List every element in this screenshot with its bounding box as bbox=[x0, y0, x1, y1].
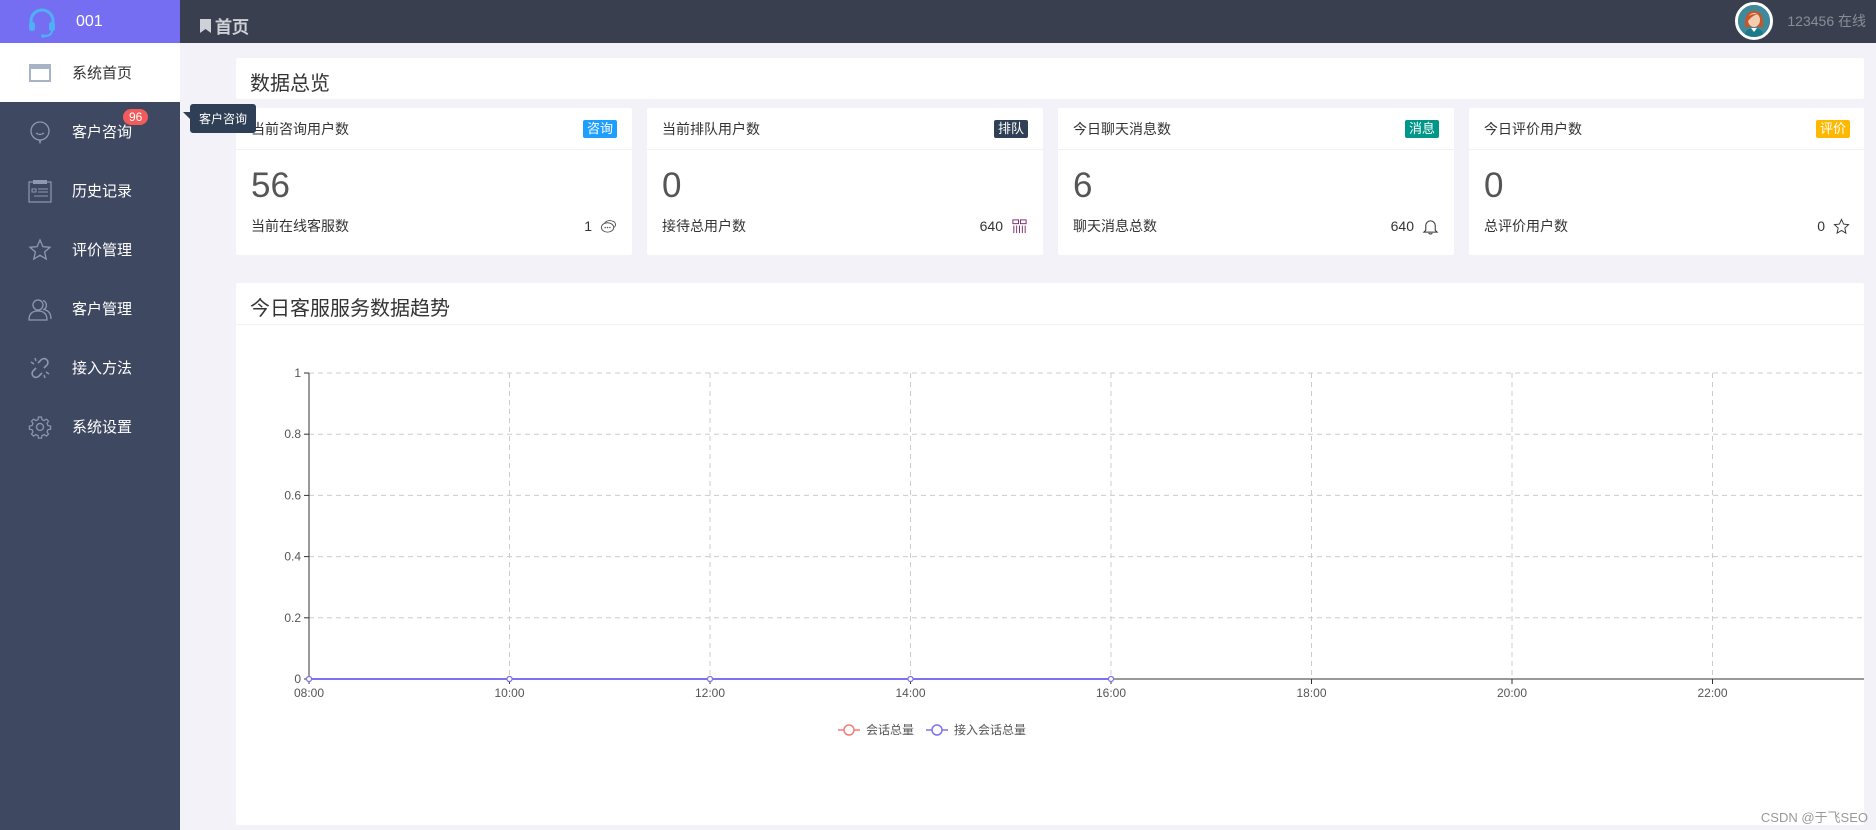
x-tick-label: 20:00 bbox=[1497, 686, 1527, 700]
watermark: CSDN @于飞SEO bbox=[1760, 810, 1868, 825]
sidebar-item-customers[interactable]: 客户管理 bbox=[0, 279, 180, 338]
data-point bbox=[506, 675, 513, 683]
sidebar-item-settings[interactable]: 系统设置 bbox=[0, 397, 180, 456]
card-tag: 排队 bbox=[993, 119, 1028, 138]
calendar-list-icon bbox=[28, 179, 52, 203]
breadcrumb[interactable]: 首页 bbox=[200, 13, 249, 38]
legend-label: 接入会话总量 bbox=[954, 722, 1026, 737]
sidebar-item-history[interactable]: 历史记录 bbox=[0, 161, 180, 220]
sidebar-tooltip: 客户咨询 bbox=[182, 104, 257, 133]
card-foot-value: 1 bbox=[584, 218, 592, 234]
brand[interactable]: 001 bbox=[0, 0, 180, 43]
bell-icon bbox=[1422, 219, 1439, 235]
card-foot-label: 当前在线客服数 bbox=[251, 218, 349, 234]
x-tick-label: 10:00 bbox=[494, 686, 524, 700]
user-menu[interactable]: 123456 在线 bbox=[1735, 2, 1866, 40]
trend-chart-panel: 今日客服服务数据趋势 0 0.2 0.4 0.6 0.8 1 08:00 10:00 12:00… bbox=[236, 283, 1864, 825]
card-foot-label: 聊天消息总数 bbox=[1073, 218, 1157, 234]
scrollbar-track[interactable] bbox=[1864, 43, 1876, 830]
sidebar-item-label: 历史记录 bbox=[72, 183, 133, 200]
avatar[interactable] bbox=[1735, 2, 1774, 40]
star-icon bbox=[28, 237, 52, 262]
card-title: 当前排队用户数 bbox=[662, 120, 760, 137]
overview-title: 数据总览 bbox=[236, 58, 1864, 99]
stat-card-consulting: 当前咨询用户数 咨询 56 当前在线客服数 1 bbox=[236, 108, 632, 255]
sidebar-item-ratings[interactable]: 评价管理 bbox=[0, 220, 180, 279]
headset-icon bbox=[29, 8, 55, 38]
card-foot-value: 640 bbox=[979, 218, 1003, 234]
x-tick-label: 18:00 bbox=[1296, 686, 1326, 700]
user-status: 123456 在线 bbox=[1787, 13, 1866, 29]
x-tick-label: 22:00 bbox=[1697, 686, 1727, 700]
breadcrumb-label: 首页 bbox=[215, 18, 249, 37]
sidebar-item-label: 接入方法 bbox=[72, 360, 133, 377]
x-tick-label: 12:00 bbox=[695, 686, 725, 700]
chat-icon bbox=[600, 219, 617, 233]
x-tick-label: 16:00 bbox=[1096, 686, 1126, 700]
brand-label: 001 bbox=[76, 12, 103, 30]
gear-icon bbox=[28, 415, 52, 439]
data-point bbox=[706, 675, 714, 683]
y-tick-label: 0.6 bbox=[284, 488, 301, 502]
y-tick-label: 0.4 bbox=[284, 550, 301, 564]
data-point bbox=[1107, 675, 1115, 683]
sidebar-item-label: 系统首页 bbox=[72, 65, 133, 82]
card-value: 56 bbox=[251, 166, 290, 205]
card-tag: 消息 bbox=[1404, 119, 1439, 138]
card-foot-label: 接待总用户数 bbox=[662, 218, 746, 234]
queue-icon bbox=[1012, 218, 1027, 233]
stat-card-messages: 今日聊天消息数 消息 6 聊天消息总数 640 bbox=[1058, 108, 1454, 255]
card-title: 当前咨询用户数 bbox=[251, 120, 349, 137]
trend-chart: 0 0.2 0.4 0.6 0.8 1 08:00 10:00 12:00 14:00 16:00 1… bbox=[284, 366, 1864, 737]
stat-card-ratings: 今日评价用户数 评价 0 总评价用户数 0 bbox=[1469, 108, 1865, 255]
sidebar-item-label: 客户咨询 bbox=[72, 124, 133, 141]
unread-badge: 96 bbox=[123, 109, 149, 125]
y-tick-label: 0.8 bbox=[284, 427, 301, 441]
card-foot-value: 640 bbox=[1390, 218, 1414, 234]
card-value: 6 bbox=[1073, 166, 1093, 205]
link-broken-icon bbox=[28, 356, 52, 380]
card-title: 今日聊天消息数 bbox=[1073, 120, 1171, 137]
legend-label: 会话总量 bbox=[866, 723, 914, 737]
card-tag: 咨询 bbox=[582, 119, 617, 138]
card-title: 今日评价用户数 bbox=[1484, 120, 1582, 137]
x-tick-label: 14:00 bbox=[895, 686, 925, 700]
sidebar-item-integration[interactable]: 接入方法 bbox=[0, 338, 180, 397]
sidebar: 001 系统首页 客户咨询 96 历史记录 评价管理 客户管理 接入方法 系统设… bbox=[0, 0, 180, 830]
card-foot-label: 总评价用户数 bbox=[1484, 218, 1568, 234]
star-icon bbox=[1833, 217, 1850, 234]
x-tick-label: 08:00 bbox=[294, 686, 324, 700]
y-tick-label: 0.2 bbox=[284, 611, 301, 625]
sidebar-item-label: 评价管理 bbox=[72, 242, 133, 259]
card-foot-value: 0 bbox=[1817, 218, 1825, 234]
users-icon bbox=[28, 297, 52, 321]
data-point bbox=[907, 675, 914, 683]
window-icon bbox=[28, 61, 52, 85]
sidebar-item-label: 客户管理 bbox=[72, 301, 133, 318]
card-value: 0 bbox=[662, 166, 682, 205]
legend-marker bbox=[931, 724, 943, 736]
y-tick-label: 1 bbox=[294, 366, 301, 380]
chat-bubble-icon bbox=[28, 120, 52, 144]
card-tag: 评价 bbox=[1815, 119, 1850, 138]
card-value: 0 bbox=[1484, 166, 1504, 205]
data-point bbox=[305, 675, 313, 683]
bookmark-icon bbox=[200, 18, 211, 33]
top-header: 首页 123456 在线 bbox=[180, 0, 1876, 43]
y-tick-label: 0 bbox=[294, 672, 301, 686]
legend-marker bbox=[843, 724, 855, 736]
sidebar-item-home[interactable]: 系统首页 bbox=[0, 43, 180, 102]
stat-card-queue: 当前排队用户数 排队 0 接待总用户数 640 bbox=[647, 108, 1043, 255]
sidebar-item-label: 系统设置 bbox=[72, 419, 133, 436]
sidebar-item-consult[interactable]: 客户咨询 96 bbox=[0, 102, 180, 161]
